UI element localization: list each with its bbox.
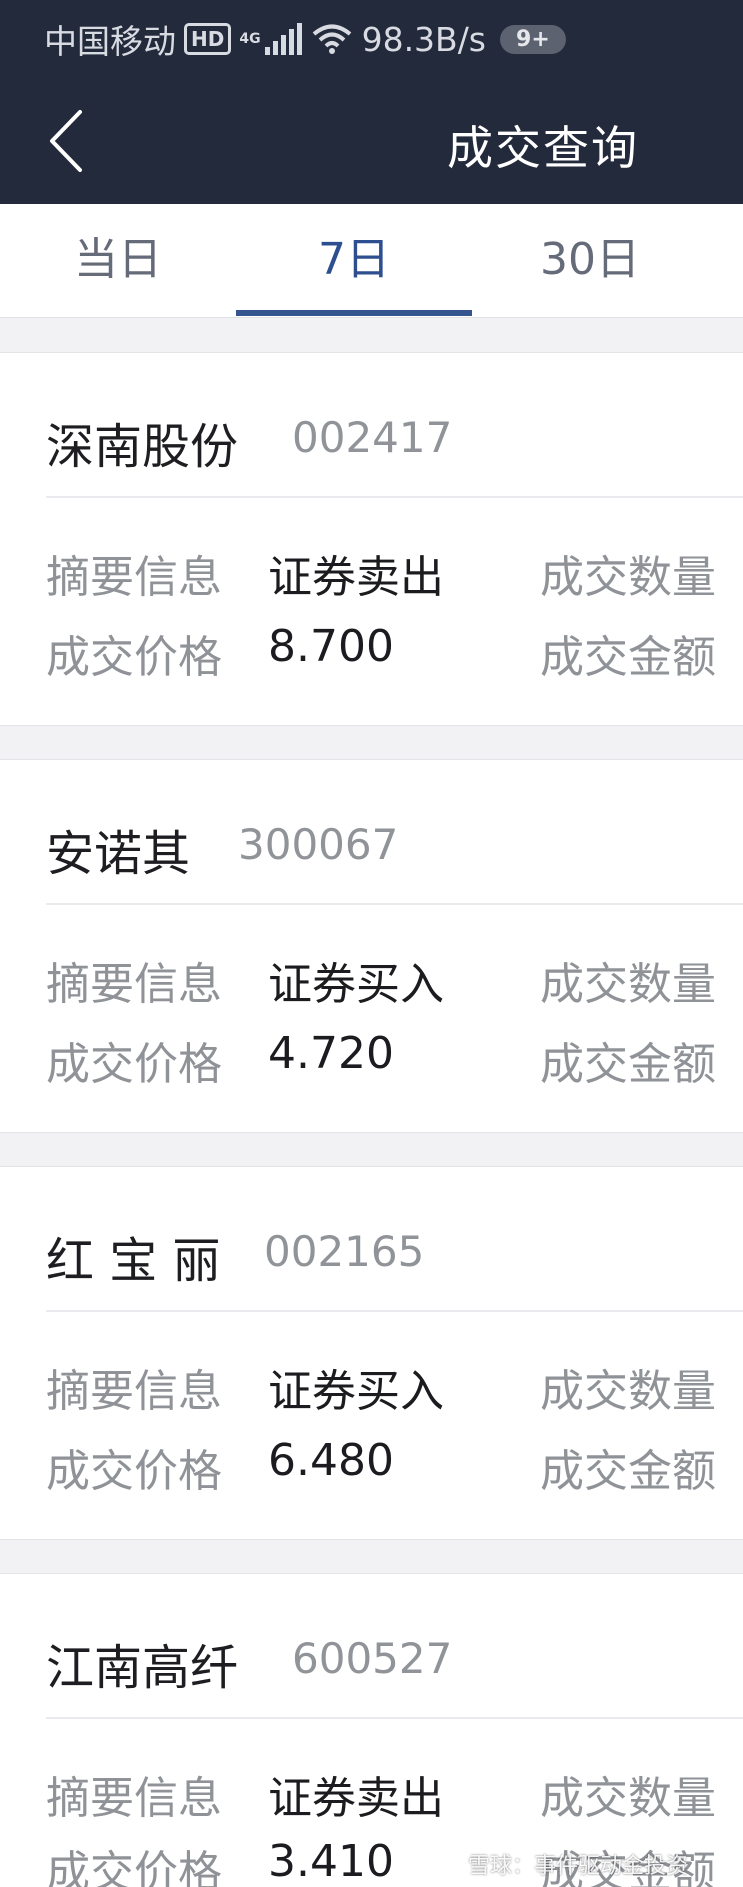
wifi-icon <box>312 24 351 54</box>
summary-label: 摘要信息 <box>46 959 222 1010</box>
amount-label: 成交金额 <box>540 1039 716 1090</box>
signal-icon <box>264 23 302 55</box>
trade-card[interactable]: 深南股份 002417 摘要信息 证券卖出 成交数量 成交价格 8.700 成交… <box>0 352 743 726</box>
price-value: 8.700 <box>268 621 394 672</box>
price-value: 4.720 <box>268 1028 394 1079</box>
active-tab-indicator <box>236 310 472 316</box>
nav-bar: 成交查询 <box>0 78 743 204</box>
amount-label: 成交金额 <box>540 632 716 683</box>
stock-name: 红 宝 丽 <box>46 1233 221 1289</box>
status-bar: 中国移动 HD 4G 98.3B/s 9+ <box>0 0 743 78</box>
stock-code: 600527 <box>292 1634 453 1683</box>
notification-badge: 9+ <box>500 24 566 54</box>
trade-card[interactable]: 江南高纤 600527 摘要信息 证券卖出 成交数量 成交价格 3.410 成交… <box>0 1573 743 1887</box>
summary-value: 证券买入 <box>268 959 444 1010</box>
price-label: 成交价格 <box>46 1039 222 1090</box>
card-divider <box>46 903 743 905</box>
quantity-label: 成交数量 <box>540 552 716 603</box>
page-title: 成交查询 <box>447 121 639 175</box>
summary-value: 证券卖出 <box>268 1773 444 1824</box>
chevron-left-icon[interactable] <box>46 108 86 174</box>
stock-code: 002165 <box>264 1227 425 1276</box>
network-speed: 98.3B/s <box>361 19 487 59</box>
trade-card[interactable]: 红 宝 丽 002165 摘要信息 证券买入 成交数量 成交价格 6.480 成… <box>0 1166 743 1540</box>
trade-card[interactable]: 安诺其 300067 摘要信息 证券买入 成交数量 成交价格 4.720 成交金… <box>0 759 743 1133</box>
network-type: 4G <box>239 31 261 47</box>
price-label: 成交价格 <box>46 1847 222 1887</box>
carrier-label: 中国移动 <box>44 22 176 61</box>
quantity-label: 成交数量 <box>540 1773 716 1824</box>
card-divider <box>46 496 743 498</box>
stock-code: 002417 <box>292 413 453 462</box>
amount-label: 成交金额 <box>540 1446 716 1497</box>
hd-badge: HD <box>184 23 232 55</box>
summary-label: 摘要信息 <box>46 1366 222 1417</box>
tab-today[interactable]: 当日 <box>0 204 236 318</box>
card-divider <box>46 1717 743 1719</box>
tab-7-days[interactable]: 7日 <box>236 204 472 318</box>
stock-name: 安诺其 <box>46 826 191 882</box>
card-divider <box>46 1310 743 1312</box>
stock-code: 300067 <box>238 820 399 869</box>
tab-30-days[interactable]: 30日 <box>472 204 708 318</box>
quantity-label: 成交数量 <box>540 959 716 1010</box>
price-value: 3.410 <box>268 1836 394 1887</box>
price-label: 成交价格 <box>46 1446 222 1497</box>
period-tabs: 当日 7日 30日 <box>0 204 743 318</box>
quantity-label: 成交数量 <box>540 1366 716 1417</box>
price-value: 6.480 <box>268 1435 394 1486</box>
app-header: 中国移动 HD 4G 98.3B/s 9+ 成交查询 <box>0 0 743 204</box>
summary-value: 证券卖出 <box>268 552 444 603</box>
stock-name: 江南高纤 <box>46 1640 239 1696</box>
summary-label: 摘要信息 <box>46 1773 222 1824</box>
watermark: 雪球：事件驱动金投资 <box>468 1854 689 1879</box>
summary-value: 证券买入 <box>268 1366 444 1417</box>
stock-name: 深南股份 <box>46 419 239 475</box>
price-label: 成交价格 <box>46 632 222 683</box>
summary-label: 摘要信息 <box>46 552 222 603</box>
